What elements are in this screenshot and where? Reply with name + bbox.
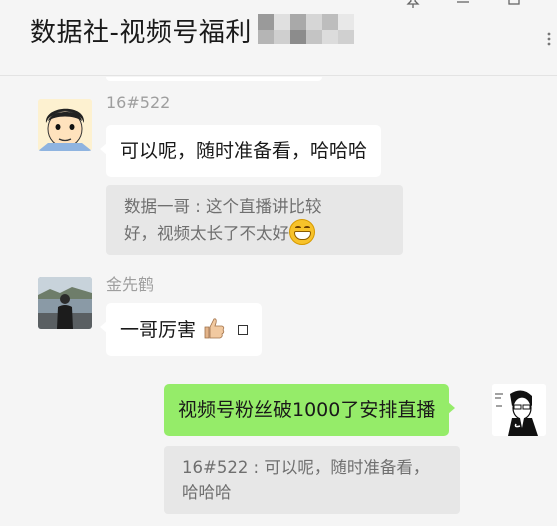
chat-header: 数据社-视频号福利 xyxy=(0,0,557,76)
more-icon[interactable] xyxy=(543,30,555,50)
cartoon-face-avatar[interactable] xyxy=(38,99,92,151)
message-bubble-self[interactable]: 视频号粉丝破1000了安排直播 xyxy=(164,384,456,436)
minimize-icon[interactable] xyxy=(452,0,474,10)
quote-line-2: 哈哈哈 xyxy=(182,483,232,502)
message-text: 视频号粉丝破1000了安排直播 xyxy=(178,399,436,421)
photo-avatar[interactable] xyxy=(38,277,92,329)
quoted-message[interactable]: 数据一哥 : 这个直播讲比较 好，视频太长了不太好 xyxy=(106,185,403,255)
redacted-mosaic xyxy=(258,10,354,44)
chat-title: 数据社-视频号福利 xyxy=(30,18,252,48)
thumbs-up-emoji-icon xyxy=(202,316,226,340)
message-bubble[interactable]: 一哥厉害 xyxy=(99,303,263,356)
pin-icon[interactable] xyxy=(402,0,424,10)
unknown-glyph-icon xyxy=(238,325,249,335)
sender-name: 16#522 xyxy=(106,93,171,112)
message-list[interactable]: 16#522 可以呢，随时准备看，哈哈哈 数据一哥 : 这个直播讲比较 好，视频… xyxy=(0,77,557,526)
message-text: 一哥厉害 xyxy=(120,319,197,341)
message-bubble[interactable]: 可以呢，随时准备看，哈哈哈 xyxy=(99,125,382,177)
quote-line-1: 数据一哥 : 这个直播讲比较 xyxy=(124,197,322,216)
self-avatar[interactable] xyxy=(492,384,546,436)
message-text: 可以呢，随时准备看，哈哈哈 xyxy=(120,140,368,162)
maximize-icon[interactable] xyxy=(503,0,525,10)
previous-message-edge xyxy=(106,77,322,81)
quoted-message[interactable]: 16#522 : 可以呢，随时准备看， 哈哈哈 xyxy=(164,446,460,514)
sender-name: 金先鹤 xyxy=(106,275,155,294)
quote-line-1: 16#522 : 可以呢，随时准备看， xyxy=(182,458,430,477)
quote-line-2: 好，视频太长了不太好 xyxy=(124,224,289,243)
grin-emoji-icon xyxy=(289,219,315,245)
